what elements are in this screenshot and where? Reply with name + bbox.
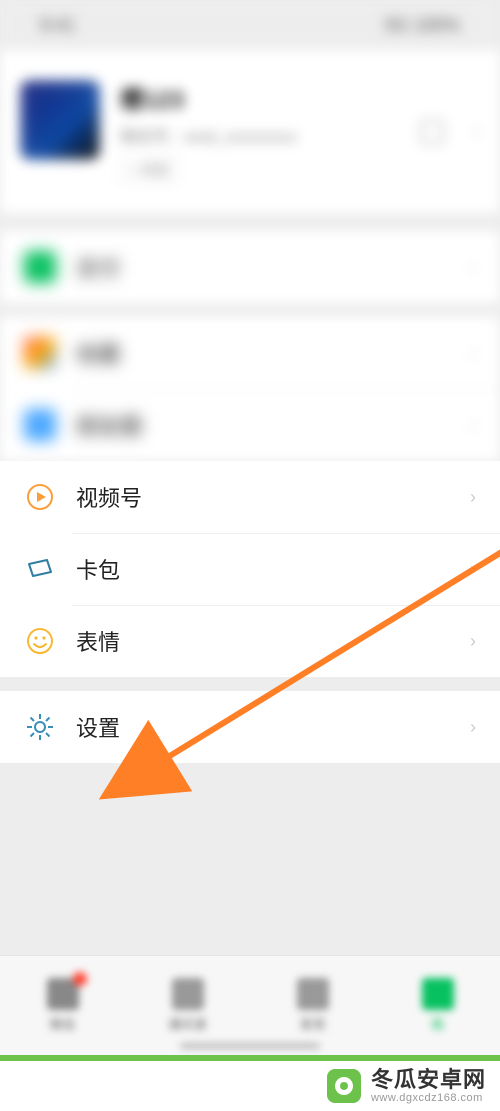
profile-wxid: 微信号：wxid_xxxxxxxxx [120,123,400,147]
chevron-right-icon: › [470,559,476,580]
profile-info: 樱123 微信号：wxid_xxxxxxxxx + 状态 [120,80,400,183]
watermark-text: 冬瓜安卓网 www.dgxcdz168.com [371,1068,486,1104]
row-label: 卡包 [76,553,470,585]
row-cards[interactable]: 卡包 › [0,533,500,605]
nav-label: 发现 [299,1014,325,1033]
watermark-bar: 冬瓜安卓网 www.dgxcdz168.com [0,1055,500,1111]
section-list-blurred: 收藏 › 朋友圈 › [0,317,500,461]
blurred-top-region: 9:41 5G 100% 樱123 微信号：wxid_xxxxxxxxx + 状… [0,0,500,461]
nav-label: 我 [431,1014,444,1033]
nav-label: 微信 [49,1014,75,1033]
me-icon [422,978,454,1010]
gear-icon [24,711,56,743]
chevron-right-icon: › [470,257,476,278]
profile-card[interactable]: 樱123 微信号：wxid_xxxxxxxxx + 状态 › [0,50,500,213]
row-label: 表情 [76,625,470,657]
chevron-right-icon: › [474,121,480,142]
bottom-nav: 微信 通讯录 发现 我 [0,955,500,1055]
row-label: 支付 [76,251,470,283]
row-label: 收藏 [76,337,470,369]
section-list-sharp: 视频号 › 卡包 › 表情 › [0,461,500,677]
chevron-right-icon: › [470,415,476,436]
row-label: 设置 [76,711,470,743]
watermark-url: www.dgxcdz168.com [371,1092,486,1104]
chevron-right-icon: › [470,631,476,652]
contacts-icon [172,978,204,1010]
row-favorites[interactable]: 收藏 › [0,317,500,389]
nav-discover[interactable]: 发现 [250,956,375,1055]
qr-icon[interactable] [420,120,444,144]
chevron-right-icon: › [470,717,476,738]
row-stickers[interactable]: 表情 › [0,605,500,677]
channels-icon [24,481,56,513]
row-label: 视频号 [76,481,470,513]
row-settings[interactable]: 设置 › [0,691,500,763]
favorites-icon [24,337,56,369]
row-moments[interactable]: 朋友圈 › [0,389,500,461]
chat-icon [47,978,79,1010]
nav-me[interactable]: 我 [375,956,500,1055]
moments-icon [24,409,56,441]
wechat-me-screen: 9:41 5G 100% 樱123 微信号：wxid_xxxxxxxxx + 状… [0,0,500,1111]
home-indicator [180,1043,320,1049]
watermark-logo-icon [327,1069,361,1103]
stickers-icon [24,625,56,657]
nav-label: 通讯录 [168,1014,207,1033]
status-bar: 9:41 5G 100% [0,0,500,50]
status-tag[interactable]: + 状态 [120,157,178,183]
row-channels[interactable]: 视频号 › [0,461,500,533]
status-time: 9:41 [40,15,75,36]
pay-icon [24,251,56,283]
row-label: 朋友圈 [76,409,470,441]
discover-icon [297,978,329,1010]
watermark-name: 冬瓜安卓网 [371,1068,486,1092]
cards-icon [24,553,56,585]
profile-name: 樱123 [120,80,400,115]
section-pay: 支付 › [0,231,500,303]
section-settings: 设置 › [0,691,500,763]
status-right: 5G 100% [385,15,460,36]
row-pay[interactable]: 支付 › [0,231,500,303]
chevron-right-icon: › [470,487,476,508]
avatar[interactable] [20,80,100,160]
chevron-right-icon: › [470,343,476,364]
nav-contacts[interactable]: 通讯录 [125,956,250,1055]
nav-chat[interactable]: 微信 [0,956,125,1055]
